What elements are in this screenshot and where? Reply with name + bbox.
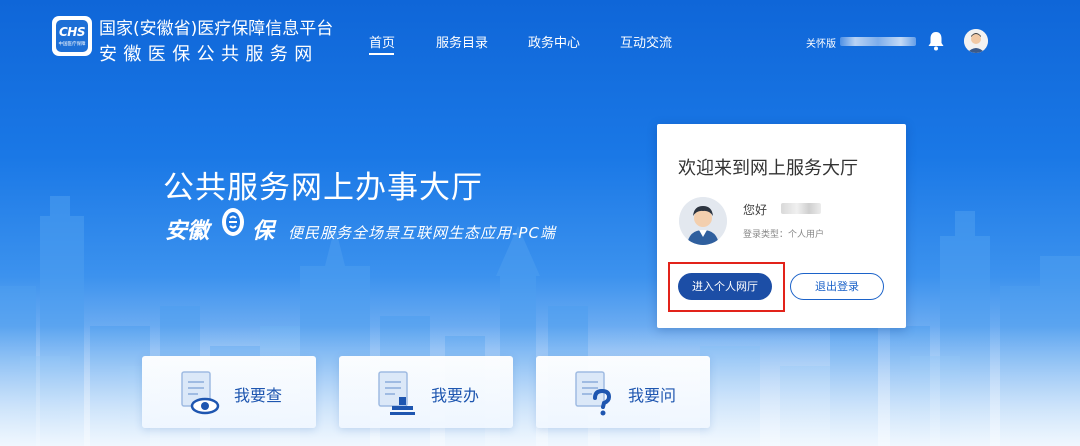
logo-mark: CHS 中国医疗保障 <box>56 20 88 52</box>
service-handle-tile[interactable]: 我要办 <box>339 356 513 428</box>
platform-title: 国家(安徽省)医疗保障信息平台 <box>99 19 334 39</box>
page: CHS 中国医疗保障 国家(安徽省)医疗保障信息平台 安徽医保公共服务网 首页 … <box>0 0 1080 446</box>
bell-icon[interactable] <box>927 31 945 51</box>
hero-brand-anhui: 安徽 <box>165 219 210 244</box>
nav-active-indicator <box>369 53 394 55</box>
logo-abbr: CHS <box>59 25 86 39</box>
document-eye-icon <box>181 371 220 415</box>
chs-logo[interactable]: CHS 中国医疗保障 <box>52 16 92 56</box>
service-ask-tile[interactable]: 我要问 <box>536 356 710 428</box>
service-handle-label: 我要办 <box>431 386 480 405</box>
masked-username <box>840 37 916 46</box>
nav-interaction[interactable]: 互动交流 <box>620 32 672 51</box>
hero-slogan: 便民服务全场景互联网生态应用-PC端 <box>288 224 556 242</box>
nav-home[interactable]: 首页 <box>369 32 395 51</box>
hero-title: 公共服务网上办事大厅 <box>163 170 483 206</box>
site-title: 安徽医保公共服务网 <box>99 44 319 65</box>
logout-button[interactable]: 退出登录 <box>790 273 884 300</box>
login-card: 欢迎来到网上服务大厅 您好 登录类型：个人用户 进入个人网厅 退出登录 <box>657 124 906 328</box>
e-logo-icon <box>222 208 244 236</box>
hero-brand-bao: 保 <box>252 219 275 244</box>
document-stamp-icon <box>378 371 415 415</box>
document-question-icon <box>575 371 612 416</box>
login-type: 登录类型：个人用户 <box>743 230 825 240</box>
masked-user-name <box>781 203 821 214</box>
enter-personal-hall-button[interactable]: 进入个人网厅 <box>678 273 772 300</box>
service-ask-label: 我要问 <box>628 386 677 405</box>
service-query-tile[interactable]: 我要查 <box>142 356 316 428</box>
service-query-label: 我要查 <box>234 386 283 405</box>
logo-subtext: 中国医疗保障 <box>58 41 86 47</box>
nav-service-catalog[interactable]: 服务目录 <box>436 32 488 51</box>
care-mode-toggle[interactable]: 关怀版 <box>806 35 836 50</box>
greeting-text: 您好 <box>743 203 768 217</box>
user-avatar-large <box>679 197 727 245</box>
user-avatar-icon[interactable] <box>964 29 988 53</box>
nav-government-center[interactable]: 政务中心 <box>528 32 580 51</box>
welcome-title: 欢迎来到网上服务大厅 <box>678 158 858 179</box>
